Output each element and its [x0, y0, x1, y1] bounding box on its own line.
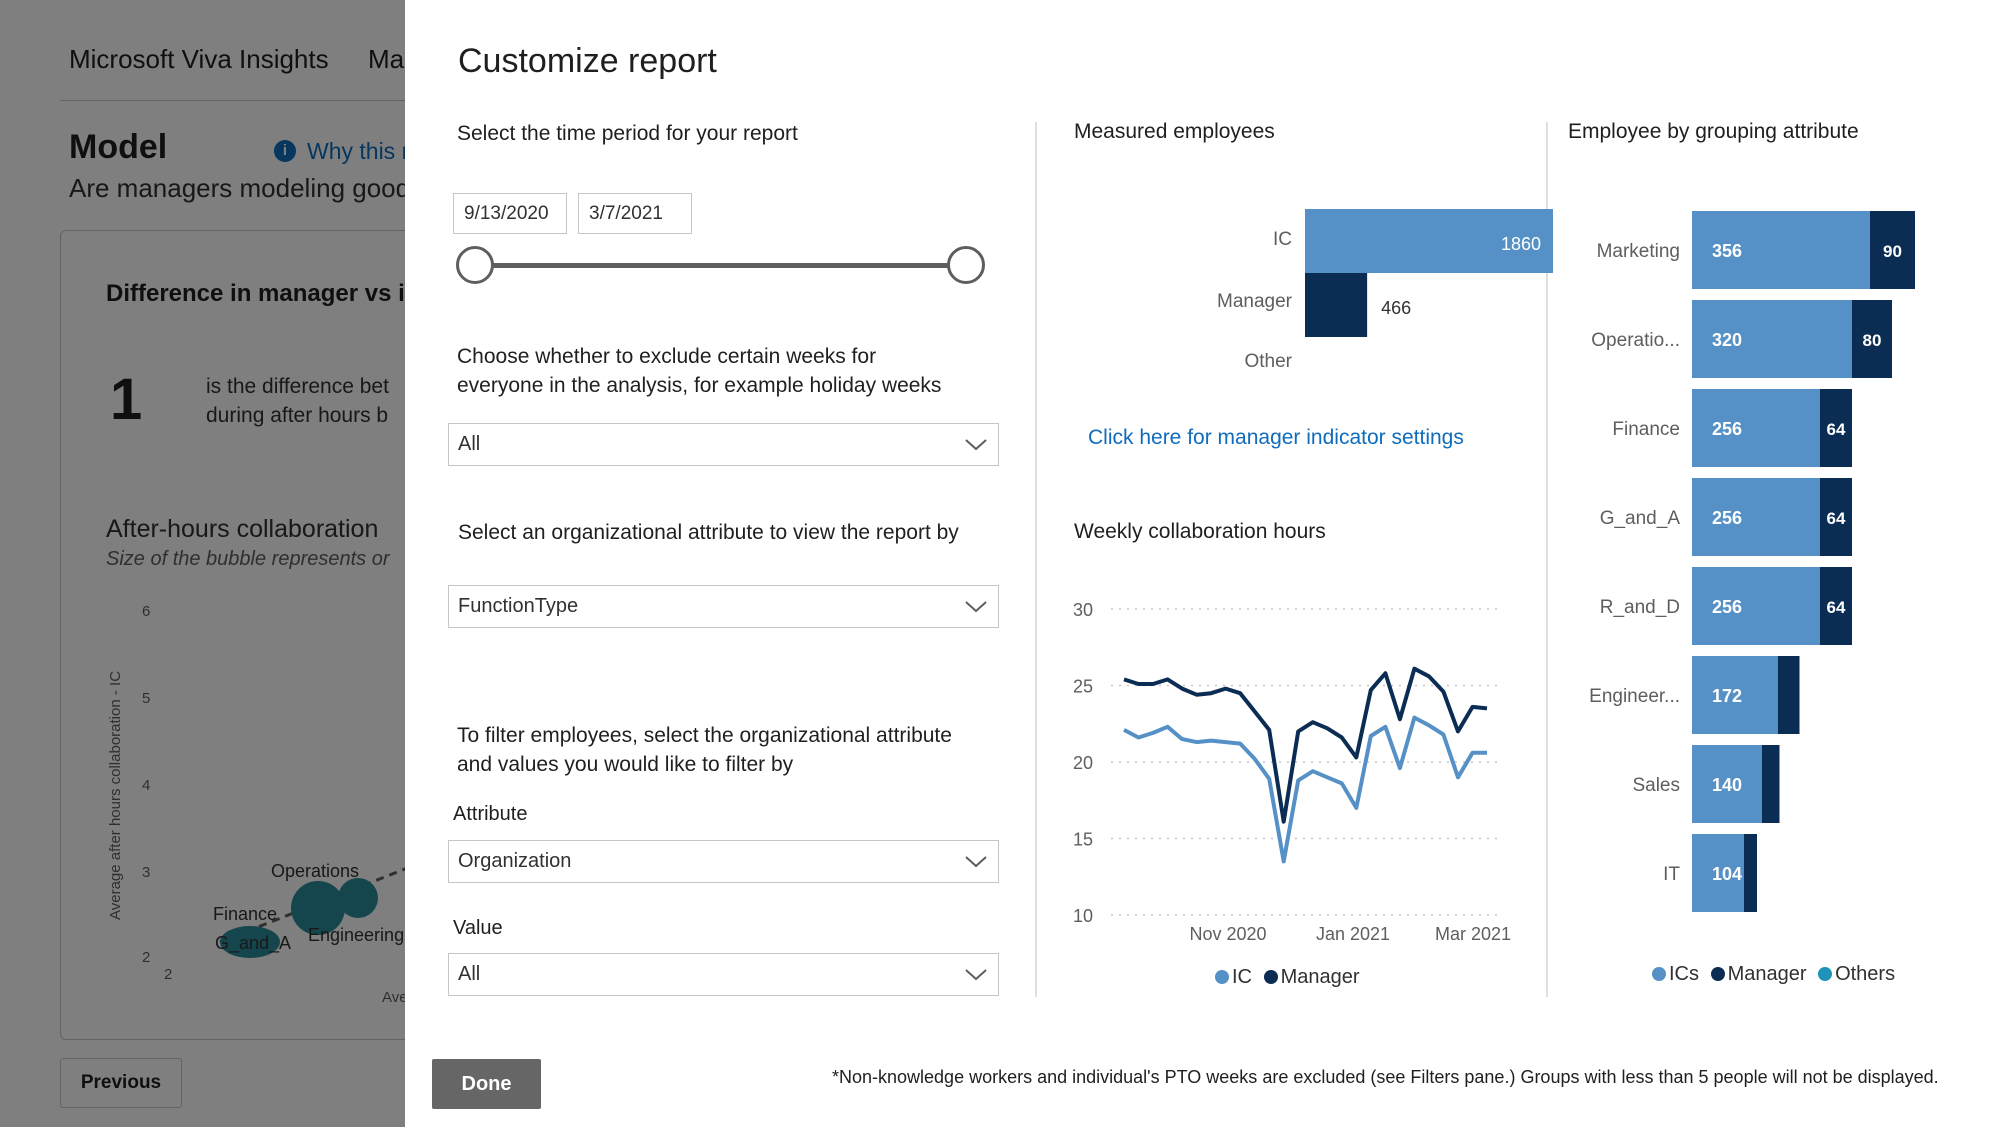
data-label-ics: 356 [1712, 241, 1742, 261]
data-label-manager: 64 [1827, 509, 1846, 528]
exclude-weeks-label: Choose whether to exclude certain weeks … [457, 342, 941, 400]
measured-employees-chart: IC Manager Other 1860 466 [1217, 209, 1553, 372]
data-label-ics: 320 [1712, 330, 1742, 350]
slider-end-handle[interactable] [947, 246, 985, 284]
weekly-collab-chart: 30 25 20 15 10 Nov 2020 Jan 2021 Mar 2021 [1073, 600, 1511, 944]
data-label-ics: 140 [1712, 775, 1742, 795]
category-label: Manager [1217, 291, 1293, 312]
category-label: Other [1244, 351, 1292, 372]
bar-manager [1762, 745, 1780, 823]
exclude-weeks-dropdown[interactable]: All [448, 423, 999, 466]
dropdown-value: FunctionType [458, 595, 579, 617]
grouping-attribute-chart: Marketing 356 90 Operatio... 320 80 Finance 256… [1589, 211, 1915, 912]
data-label-manager: 80 [1863, 331, 1882, 350]
value-label: Value [453, 917, 503, 939]
category-label: IT [1663, 864, 1680, 885]
time-period-label: Select the time period for your report [457, 122, 798, 145]
x-tick-label: Mar 2021 [1435, 924, 1511, 944]
attribute-dropdown[interactable]: Organization [448, 840, 999, 883]
data-label-manager: 64 [1827, 598, 1846, 617]
data-label-ics: 256 [1712, 508, 1742, 528]
filter-label-line2: and values you would like to filter by [457, 753, 794, 776]
data-label-ics: 256 [1712, 419, 1742, 439]
category-label: IC [1273, 229, 1292, 250]
data-label: 466 [1381, 298, 1411, 318]
category-label: G_and_A [1600, 508, 1681, 529]
data-label-manager: 64 [1827, 420, 1846, 439]
chevron-down-icon [965, 439, 987, 451]
dropdown-value: Organization [458, 850, 572, 872]
y-tick-label: 10 [1073, 906, 1093, 926]
exclude-label-line2: everyone in the analysis, for example ho… [457, 374, 942, 397]
y-tick-label: 25 [1073, 677, 1093, 697]
attribute-label: Attribute [453, 803, 528, 825]
dropdown-value: All [458, 433, 481, 455]
manager-settings-link[interactable]: Click here for manager indicator setting… [1088, 426, 1464, 450]
start-date-input[interactable]: 9/13/2020 [453, 193, 567, 234]
legend-dot [1652, 967, 1666, 981]
chevron-down-icon [965, 969, 987, 981]
category-label: Marketing [1597, 241, 1680, 262]
legend-dot [1263, 970, 1278, 984]
slider-start-handle[interactable] [456, 246, 494, 284]
grouping-chart-legend: ICs Manager Others [1652, 963, 1901, 986]
legend-dot [1818, 967, 1833, 981]
chevron-down-icon [965, 601, 987, 613]
x-tick-label: Nov 2020 [1189, 924, 1266, 944]
weekly-collab-title: Weekly collaboration hours [1074, 520, 1326, 543]
data-label-manager: 90 [1883, 242, 1902, 261]
category-label: Finance [1612, 419, 1680, 440]
legend-label: IC [1232, 966, 1252, 988]
column-divider [1035, 122, 1037, 997]
line-chart-legend: IC Manager [1215, 966, 1366, 989]
data-label: 1860 [1501, 234, 1541, 254]
bar-manager [1778, 656, 1800, 734]
legend-item-ic: IC [1215, 966, 1252, 988]
org-attribute-dropdown[interactable]: FunctionType [448, 585, 999, 628]
value-dropdown[interactable]: All [448, 953, 999, 996]
legend-label: Others [1835, 963, 1896, 985]
data-label-ics: 172 [1712, 686, 1742, 706]
measured-employees-title: Measured employees [1074, 120, 1275, 143]
grouping-attribute-title: Employee by grouping attribute [1568, 120, 1859, 143]
category-label: R_and_D [1600, 597, 1680, 618]
data-label-ics: 104 [1712, 864, 1742, 884]
legend-item-manager: Manager [1710, 963, 1807, 985]
dropdown-value: All [458, 963, 481, 985]
legend-item-manager: Manager [1263, 966, 1360, 988]
filter-label: To filter employees, select the organiza… [457, 721, 952, 779]
category-label: Sales [1632, 775, 1680, 796]
exclude-label-line1: Choose whether to exclude certain weeks … [457, 345, 877, 368]
date-range-slider[interactable] [477, 263, 974, 268]
end-date-input[interactable]: 3/7/2021 [578, 193, 692, 234]
y-tick-label: 20 [1073, 753, 1093, 773]
legend-dot [1710, 967, 1725, 981]
series-line-manager [1123, 666, 1488, 824]
chevron-down-icon [965, 856, 987, 868]
y-tick-label: 15 [1073, 830, 1093, 850]
bar-manager [1305, 273, 1368, 337]
bar-manager [1744, 834, 1757, 912]
filter-label-line1: To filter employees, select the organiza… [457, 724, 952, 747]
data-label-ics: 256 [1712, 597, 1742, 617]
legend-item-ics: ICs [1652, 963, 1699, 985]
legend-dot [1215, 970, 1229, 984]
series-line-ic [1123, 715, 1487, 864]
category-label: Engineer... [1589, 686, 1680, 707]
legend-item-others: Others [1818, 963, 1895, 985]
org-attribute-label: Select an organizational attribute to vi… [458, 521, 959, 544]
x-tick-label: Jan 2021 [1316, 924, 1390, 944]
footnote: *Non-knowledge workers and individual's … [832, 1067, 1939, 1087]
legend-label: Manager [1727, 963, 1807, 985]
legend-label: ICs [1669, 963, 1699, 985]
category-label: Operatio... [1591, 330, 1680, 351]
customize-report-dialog: Customize report Select the time period … [405, 0, 2000, 1127]
dialog-title: Customize report [458, 42, 717, 80]
legend-label: Manager [1280, 966, 1360, 988]
done-button[interactable]: Done [432, 1059, 541, 1109]
y-tick-label: 30 [1073, 600, 1093, 620]
